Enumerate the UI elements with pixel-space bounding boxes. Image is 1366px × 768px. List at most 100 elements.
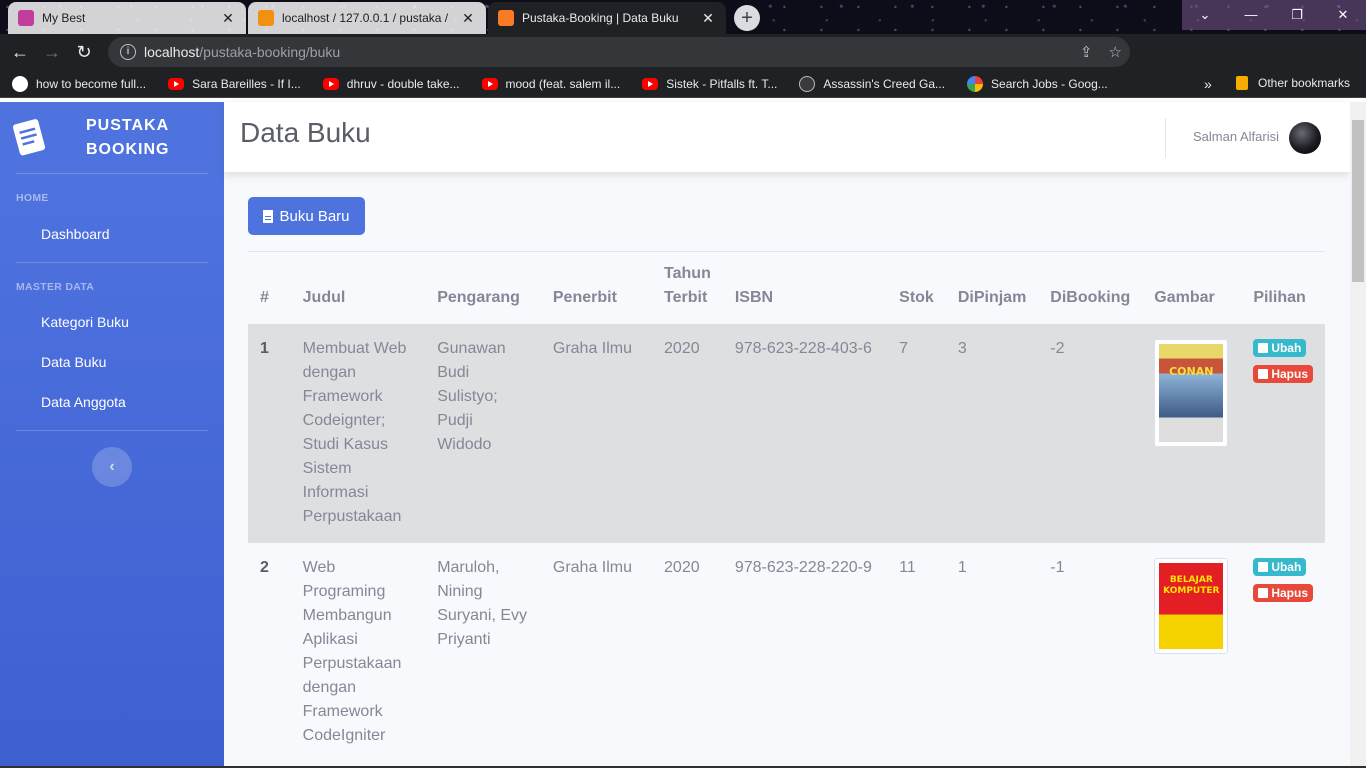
book-cover-image[interactable]: BELAJAR KOMPUTER [1154,558,1229,654]
brand-line-2: BOOKING [86,141,170,158]
restore-icon[interactable]: ❐ [1274,0,1320,30]
sidebar: PUSTAKA BOOKING HOME Dashboard MASTER DA… [0,102,224,768]
book-year: 2020 [664,559,700,576]
back-icon[interactable]: ← [4,36,36,68]
forward-icon[interactable]: → [36,36,68,68]
book-borrowed: 3 [957,340,967,357]
edit-label: Ubah [1271,560,1302,574]
browser-tab-phpmyadmin[interactable]: localhost / 127.0.0.1 / pustaka / ✕ [248,2,486,34]
sidebar-item-data-buku[interactable]: Data Buku [41,354,106,370]
user-name[interactable]: Salman Alfarisi [1193,129,1279,144]
bookmark-item[interactable]: mood (feat. salem il... [481,76,621,91]
close-icon[interactable]: ✕ [700,10,716,27]
browser-tab-pustaka-booking[interactable]: Pustaka-Booking | Data Buku ✕ [488,2,726,34]
figma-icon [18,10,34,26]
book-title: Web Programing Membangun Aplikasi Perpus… [302,559,402,744]
page-title: Data Buku [240,117,371,148]
sidebar-brand[interactable]: PUSTAKA BOOKING [0,102,224,172]
sidebar-divider [16,173,208,174]
book-author: Gunawan Budi Sulistyo; Pudji Widodo [437,340,506,453]
other-bookmarks-button[interactable]: Other bookmarks [1236,76,1350,90]
edit-label: Ubah [1271,341,1302,355]
new-book-button[interactable]: Buku Baru [248,197,365,235]
bookmark-item[interactable]: Sistek - Pitfalls ft. T... [642,77,777,91]
delete-label: Hapus [1271,367,1308,381]
delete-button[interactable]: Hapus [1253,584,1313,602]
scrollbar-thumb[interactable] [1352,120,1364,282]
topbar-divider [1165,118,1166,158]
col-header-isbn: ISBN [734,289,774,306]
cover-title: CONAN [1169,365,1214,378]
bookmark-label: mood (feat. salem il... [505,76,621,91]
row-number: 2 [260,559,269,576]
book-isbn: 978-623-228-403-6 [734,340,872,357]
minimize-icon[interactable]: — [1228,0,1274,30]
new-tab-button[interactable]: + [734,5,760,31]
bookmark-label: how to become full... [36,76,147,91]
edit-icon [1258,562,1269,572]
sidebar-toggle-button[interactable]: ‹ [92,447,132,487]
site-info-icon[interactable]: i [120,44,136,60]
book-publisher: Graha Ilmu [552,340,633,357]
avatar[interactable] [1289,122,1321,154]
share-icon[interactable]: ⇪ [1080,43,1093,61]
file-icon [263,209,274,223]
xampp-icon [498,10,514,26]
address-bar[interactable]: i localhost/pustaka-booking/buku ⇪ ☆ [108,37,1130,67]
col-header-dibooking: DiBooking [1050,289,1131,306]
tab-title: Pustaka-Booking | Data Buku [522,11,679,25]
bookmark-label: Sistek - Pitfalls ft. T... [666,76,778,91]
table-header-row: # Judul Pengarang Penerbit Tahun Terbit … [248,252,1325,324]
sidebar-item-data-anggota[interactable]: Data Anggota [41,394,126,410]
table-row: 1 Membuat Web dengan Framework Codeignte… [248,324,1325,543]
bookmark-item[interactable]: Sara Bareilles - If I... [168,77,301,91]
close-icon[interactable]: ✕ [220,10,236,27]
tab-title: localhost / 127.0.0.1 / pustaka / [282,11,449,25]
brand-name: PUSTAKA BOOKING [86,114,169,162]
col-header-tahun-terbit: Tahun Terbit [664,265,711,306]
bookmark-item[interactable]: dhruv - double take... [322,77,460,91]
sidebar-heading-master-data: MASTER DATA [16,281,95,293]
delete-button[interactable]: Hapus [1253,365,1313,383]
book-stock: 11 [899,559,916,576]
col-header-judul: Judul [302,289,346,306]
close-icon[interactable]: ✕ [460,10,476,27]
close-window-icon[interactable]: ✕ [1320,0,1366,30]
bookmark-item[interactable]: how to become full... [12,75,147,92]
app-root: PUSTAKA BOOKING HOME Dashboard MASTER DA… [0,102,1366,768]
youtube-icon [322,77,339,90]
main-content: Data Buku Salman Alfarisi Buku Baru # Ju… [224,102,1350,768]
table-row: 2 Web Programing Membangun Aplikasi Perp… [248,543,1325,762]
col-header-stok: Stok [899,289,934,306]
tab-search-icon[interactable]: ⌄ [1182,0,1228,30]
assassins-creed-icon [799,75,816,92]
edit-button[interactable]: Ubah [1253,558,1307,576]
bookmark-label: Sara Bareilles - If I... [192,76,301,91]
folder-icon [1236,76,1248,90]
reload-icon[interactable]: ↻ [68,36,100,68]
bookmark-item[interactable]: Assassin's Creed Ga... [799,75,945,92]
page-scrollbar[interactable] [1350,102,1366,768]
new-book-label: Buku Baru [279,207,350,225]
url-path: /pustaka-booking/buku [199,44,341,60]
actions-cell: Ubah Hapus [1241,543,1325,762]
sidebar-item-dashboard[interactable]: Dashboard [41,226,110,242]
browser-tab-my-best[interactable]: My Best ✕ [8,2,246,34]
sidebar-divider [16,262,208,263]
col-header-penerbit: Penerbit [552,289,617,306]
book-cover-image[interactable]: CONAN [1154,339,1229,447]
more-bookmarks-button[interactable]: » [1204,76,1212,92]
sidebar-divider [16,430,208,431]
edit-button[interactable]: Ubah [1253,339,1307,357]
actions-cell: Ubah Hapus [1241,324,1325,543]
cover-title: BELAJAR KOMPUTER [1163,575,1220,596]
bookmark-label: Search Jobs - Goog... [991,76,1108,91]
bookmark-item[interactable]: Search Jobs - Goog... [967,75,1108,92]
book-icon [13,119,46,156]
sidebar-item-kategori-buku[interactable]: Kategori Buku [41,314,129,330]
col-header-dipinjam: DiPinjam [957,289,1027,306]
bookmark-star-icon[interactable]: ☆ [1109,43,1122,61]
browser-toolbar: ← → ↻ i localhost/pustaka-booking/buku ⇪… [0,34,1366,96]
globe-icon [12,75,28,92]
book-title: Membuat Web dengan Framework Codeignter;… [302,340,407,525]
